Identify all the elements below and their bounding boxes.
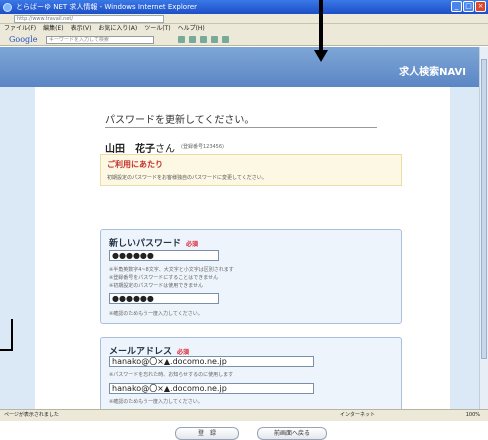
- status-bar: ページが表示されました インターネット 100%: [0, 409, 488, 421]
- address-input[interactable]: http://www.travail.net/: [14, 15, 164, 23]
- password-confirm-input[interactable]: ●●●●●●: [109, 293, 219, 304]
- email-confirm-hint: ※確認のためもう一度入力してください。: [109, 399, 203, 405]
- email-hint: ※パスワードを忘れた時、お知らせするのに使用します: [109, 372, 234, 378]
- password-hint-3: ※初期設定のパスワードは使用できません: [109, 283, 204, 289]
- window-title: とらばーゆ NET 求人情報 - Windows Internet Explor…: [16, 3, 197, 11]
- annotation-arrow-head: [314, 50, 328, 62]
- main-content: パスワードを更新してください。 山田 花子さん (登録番号123456) ご利用…: [35, 87, 450, 440]
- notice-text: 初期設定のパスワードをお客様独自のパスワードに変更してください。: [107, 175, 267, 181]
- tools-icon[interactable]: [222, 36, 229, 43]
- google-logo: Google: [9, 35, 38, 44]
- page-viewport: 求人検索NAVI パスワードを更新してください。 山田 花子さん (登録番号12…: [0, 47, 488, 440]
- scrollbar-thumb[interactable]: [481, 59, 487, 359]
- email-input[interactable]: hanako@〇×▲.docomo.ne.jp: [109, 356, 314, 367]
- password-hint-1: ※半角英数字4~8文字、大文字と小文字は区別されます: [109, 267, 234, 273]
- feed-icon[interactable]: [189, 36, 196, 43]
- zoom-level[interactable]: 100%: [466, 410, 480, 421]
- user-name: 山田 花子さん: [105, 140, 175, 155]
- menu-view[interactable]: 表示(V): [71, 24, 92, 34]
- menu-help[interactable]: ヘルプ(H): [178, 24, 205, 34]
- minimize-icon[interactable]: _: [451, 1, 462, 12]
- notice-heading: ご利用にあたり: [107, 160, 163, 169]
- close-icon[interactable]: ×: [475, 1, 486, 12]
- user-id: (登録番号123456): [181, 144, 224, 150]
- back-button[interactable]: 前画面へ戻る: [257, 427, 327, 440]
- window-controls: _ □ ×: [451, 1, 486, 12]
- annotation-arrow-shaft: [319, 0, 323, 50]
- browser-window: とらばーゆ NET 求人情報 - Windows Internet Explor…: [0, 0, 488, 440]
- title-divider: [105, 127, 377, 128]
- site-header: 求人検索NAVI: [0, 47, 488, 87]
- password-confirm-hint: ※確認のためもう一度入力してください。: [109, 311, 203, 317]
- page-title: パスワードを更新してください。: [105, 115, 255, 126]
- print-icon[interactable]: [200, 36, 207, 43]
- google-search-input[interactable]: キーワードを入力して検索: [46, 36, 154, 44]
- email-confirm-input[interactable]: hanako@〇×▲.docomo.ne.jp: [109, 383, 314, 394]
- required-badge: 必須: [177, 349, 190, 356]
- menu-tools[interactable]: ツール(T): [144, 24, 170, 34]
- password-heading: 新しいパスワード 必須: [109, 236, 198, 249]
- required-badge: 必須: [186, 241, 199, 248]
- site-brand: 求人検索NAVI: [399, 67, 466, 78]
- status-text: ページが表示されました: [4, 412, 59, 418]
- maximize-icon[interactable]: □: [463, 1, 474, 12]
- password-hint-2: ※登録番号をパスワードにすることはできません: [109, 275, 219, 281]
- ie-icon: [3, 3, 12, 12]
- menu-bar: ファイル(F) 編集(E) 表示(V) お気に入り(A) ツール(T) ヘルプ(…: [0, 24, 488, 34]
- title-bar: とらばーゆ NET 求人情報 - Windows Internet Explor…: [0, 0, 488, 14]
- google-toolbar: Google キーワードを入力して検索: [0, 34, 488, 46]
- email-section: メールアドレス 必須 hanako@〇×▲.docomo.ne.jp ※パスワード…: [100, 337, 402, 419]
- password-section: 新しいパスワード 必須 ●●●●●● ※半角英数字4~8文字、大文字と小文字は区別…: [100, 229, 402, 324]
- notice-box: ご利用にあたり 初期設定のパスワードをお客様独自のパスワードに変更してください。: [100, 154, 402, 186]
- password-heading-text: 新しいパスワード: [109, 239, 182, 249]
- menu-file[interactable]: ファイル(F): [4, 24, 36, 34]
- menu-edit[interactable]: 編集(E): [43, 24, 63, 34]
- page-icon[interactable]: [211, 36, 218, 43]
- submit-button[interactable]: 登 録: [175, 427, 239, 440]
- menu-favorites[interactable]: お気に入り(A): [98, 24, 137, 34]
- address-bar: http://www.travail.net/: [0, 14, 488, 24]
- vertical-scrollbar[interactable]: [479, 47, 488, 409]
- security-zone: インターネット: [340, 412, 376, 418]
- password-input[interactable]: ●●●●●●: [109, 250, 219, 261]
- home-icon[interactable]: [178, 36, 185, 43]
- toolbar-icons: [178, 36, 229, 43]
- annotation-line-vertical: [11, 319, 13, 351]
